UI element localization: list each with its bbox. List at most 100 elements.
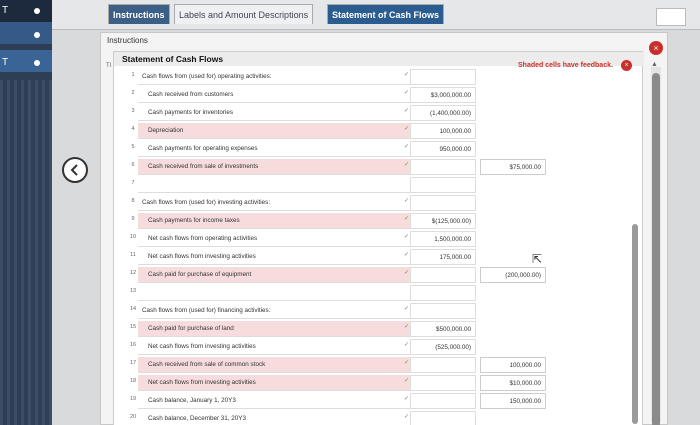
total-cell[interactable] [480, 105, 546, 121]
table-row: 19 Cash balance, January 1, 20Y3 ✓ 150,000.… [114, 392, 644, 410]
row-label-cell[interactable]: Cash flows from (used for) investing act… [138, 195, 410, 211]
total-cell[interactable] [480, 87, 546, 103]
tab-statement-of-cash-flows[interactable]: Statement of Cash Flows [327, 4, 445, 24]
amount-cell[interactable]: (1,400,000.00) [410, 105, 476, 121]
row-number: 5 [131, 144, 135, 150]
sheet-title: Statement of Cash Flows [122, 54, 224, 64]
amount-cell[interactable] [410, 393, 476, 409]
total-cell[interactable] [480, 195, 546, 211]
row-label-cell[interactable]: Cash balance, January 1, 20Y3 [138, 393, 410, 409]
dropdown-check-icon: ✓ [404, 126, 410, 132]
sidebar-marker: T [2, 57, 9, 68]
dropdown-check-icon: ✓ [404, 108, 410, 114]
row-label-cell[interactable]: Cash payments for inventories [138, 105, 410, 121]
left-sidebar: T T [0, 0, 52, 425]
row-label-cell[interactable]: Cash payments for income taxes [138, 213, 410, 229]
amount-cell[interactable] [410, 285, 476, 301]
row-number: 20 [129, 414, 137, 420]
tab-labels-amount-descriptions[interactable]: Labels and Amount Descriptions [174, 4, 314, 24]
total-cell[interactable] [480, 339, 546, 355]
dropdown-check-icon: ✓ [404, 324, 410, 330]
total-cell[interactable] [480, 177, 546, 193]
row-label-cell[interactable]: Cash balance, December 31, 20Y3 [138, 411, 410, 425]
row-label-cell[interactable]: Cash received from sale of common stock [138, 357, 410, 373]
table-row: 2 Cash received from customers ✓ $3,000,000… [114, 86, 644, 104]
row-label-cell[interactable]: Cash flows from (used for) operating act… [138, 69, 410, 85]
amount-cell[interactable]: $(125,000.00) [410, 213, 476, 229]
total-cell[interactable]: 150,000.00 [480, 393, 546, 409]
amount-cell[interactable]: 1,500,000.00 [410, 231, 476, 247]
sidebar-dot-icon[interactable] [34, 8, 40, 14]
amount-cell[interactable] [410, 195, 476, 211]
total-cell[interactable] [480, 141, 546, 157]
table-row: 16 Net cash flows from investing activiti… [114, 338, 644, 356]
row-label-cell[interactable] [138, 285, 410, 301]
total-cell[interactable] [480, 303, 546, 319]
total-cell[interactable] [480, 69, 546, 85]
amount-cell[interactable]: $500,000.00 [410, 321, 476, 337]
dropdown-check-icon: ✓ [404, 216, 410, 222]
total-cell[interactable] [480, 213, 546, 229]
total-cell[interactable] [480, 123, 546, 139]
row-number: 14 [129, 306, 137, 312]
sidebar-dot-icon[interactable] [34, 60, 40, 66]
sidebar-dot-icon[interactable] [34, 32, 40, 38]
total-cell[interactable] [480, 231, 546, 247]
amount-cell[interactable]: 100,000.00 [410, 123, 476, 139]
table-row: 13 [114, 284, 644, 302]
dropdown-check-icon: ✓ [404, 72, 410, 78]
row-label-cell[interactable]: Cash flows from (used for) financing act… [138, 303, 410, 319]
row-label-cell[interactable]: Cash received from sale of investments [138, 159, 410, 175]
tab-bar: Instructions Labels and Amount Descripti… [52, 0, 700, 30]
cash-flow-sheet: Statement of Cash Flows Shaded cells hav… [113, 51, 644, 425]
tab-instructions[interactable]: Instructions [108, 4, 170, 24]
total-cell[interactable] [480, 411, 546, 425]
dropdown-check-icon: ✓ [404, 252, 410, 258]
row-label-cell[interactable] [138, 177, 410, 193]
row-label-cell[interactable]: Depreciation [138, 123, 410, 139]
row-number: 6 [131, 162, 135, 168]
amount-cell[interactable]: 950,000.00 [410, 141, 476, 157]
amount-cell[interactable] [410, 267, 476, 283]
dropdown-check-icon: ✓ [404, 378, 410, 384]
table-row: 20 Cash balance, December 31, 20Y3 ✓ [114, 410, 644, 425]
amount-cell[interactable] [410, 375, 476, 391]
row-number: 12 [129, 270, 137, 276]
total-cell[interactable] [480, 321, 546, 337]
dropdown-check-icon: ✓ [404, 396, 410, 402]
table-row: 14 Cash flows from (used for) financing a… [114, 302, 644, 320]
table-row: 7 [114, 176, 644, 194]
row-label-cell[interactable]: Cash paid for purchase of equipment [138, 267, 410, 283]
amount-cell[interactable] [410, 303, 476, 319]
row-number: 1 [131, 72, 135, 78]
row-number: 3 [131, 108, 135, 114]
amount-cell[interactable] [410, 69, 476, 85]
row-label-cell[interactable]: Cash paid for purchase of land [138, 321, 410, 337]
back-button[interactable] [62, 157, 88, 183]
row-label-cell[interactable]: Net cash flows from operating activities [138, 231, 410, 247]
row-number: 7 [131, 180, 135, 186]
close-icon[interactable]: × [649, 41, 663, 55]
row-label-cell[interactable]: Net cash flows from investing activities [138, 375, 410, 391]
scrollbar-thumb[interactable] [652, 73, 660, 425]
row-label-cell[interactable]: Net cash flows from investing activities [138, 339, 410, 355]
total-cell[interactable]: (200,000.00) [480, 267, 546, 283]
amount-cell[interactable] [410, 159, 476, 175]
row-label-cell[interactable]: Cash received from customers [138, 87, 410, 103]
total-cell[interactable]: 100,000.00 [480, 357, 546, 373]
dropdown-check-icon: ✓ [404, 144, 410, 150]
total-cell[interactable]: $10,000.00 [480, 375, 546, 391]
amount-cell[interactable] [410, 357, 476, 373]
amount-cell[interactable] [410, 411, 476, 425]
total-cell[interactable] [480, 285, 546, 301]
total-cell[interactable]: $75,000.00 [480, 159, 546, 175]
row-label-cell[interactable]: Cash payments for operating expenses [138, 141, 410, 157]
amount-cell[interactable]: 175,000.00 [410, 249, 476, 265]
sheet-scrollbar[interactable] [632, 224, 638, 424]
row-label-cell[interactable]: Net cash flows from investing activities [138, 249, 410, 265]
amount-cell[interactable]: $3,000,000.00 [410, 87, 476, 103]
amount-cell[interactable] [410, 177, 476, 193]
top-right-box[interactable] [656, 8, 686, 26]
row-number: 11 [130, 252, 136, 258]
amount-cell[interactable]: (525,000.00) [410, 339, 476, 355]
